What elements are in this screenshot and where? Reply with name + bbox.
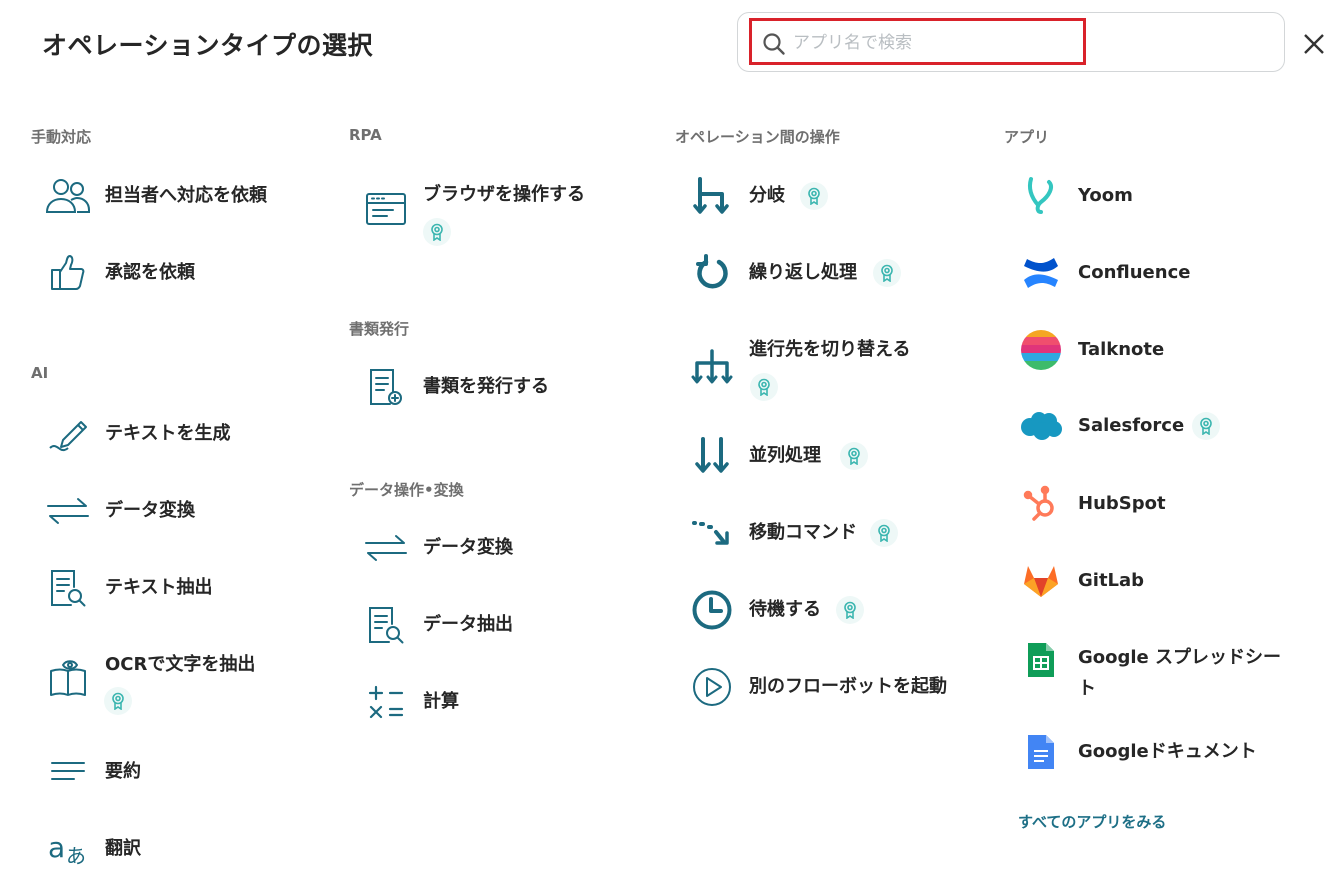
premium-badge-icon: [800, 182, 828, 210]
yoom-logo-icon: [1018, 176, 1064, 216]
document-search-icon: [45, 568, 91, 608]
op-item-label: データ変換: [423, 537, 513, 558]
search-input[interactable]: [793, 29, 1073, 57]
op-item-label: Google スプレッドシート: [1078, 647, 1282, 699]
section-title-apps: アプリ: [1004, 128, 1050, 146]
loop-icon: [689, 253, 735, 293]
document-search-icon: [363, 605, 409, 645]
calculator-icon: [363, 682, 409, 722]
google-sheets-logo-icon: [1018, 640, 1064, 680]
op-item-label: 分岐: [749, 185, 785, 206]
op-item-label: 承認を依頼: [105, 262, 195, 283]
op-item-label: 繰り返し処理: [749, 262, 857, 283]
op-item-label: 移動コマンド: [749, 522, 857, 543]
premium-badge-icon: [840, 442, 868, 470]
op-item-label: 並列処理: [749, 445, 821, 466]
premium-badge-icon: [104, 687, 132, 715]
salesforce-logo-icon: [1018, 406, 1064, 446]
op-item-label: ブラウザを操作する: [423, 184, 585, 205]
op-item-label: Yoom: [1078, 185, 1133, 206]
op-item-label: 待機する: [749, 599, 821, 620]
op-item-label: 担当者へ対応を依頼: [105, 185, 267, 206]
book-eye-icon: [45, 657, 91, 697]
op-item-label: Confluence: [1078, 262, 1191, 283]
google-docs-logo-icon: [1018, 732, 1064, 772]
close-icon: [1304, 34, 1324, 54]
section-title-flow: オペレーション間の操作: [675, 128, 840, 146]
clock-icon: [689, 590, 735, 630]
op-item-label: テキスト抽出: [105, 577, 213, 598]
gitlab-logo-icon: [1018, 561, 1064, 601]
convert-arrows-icon: [363, 528, 409, 568]
see-all-apps-link[interactable]: すべてのアプリをみる: [1018, 811, 1166, 832]
premium-badge-icon: [750, 373, 778, 401]
svg-text:a: a: [48, 831, 65, 864]
op-item-label: OCRで文字を抽出: [105, 654, 256, 675]
op-item-label: HubSpot: [1078, 493, 1166, 514]
summary-lines-icon: [45, 752, 91, 792]
branch-icon: [689, 176, 735, 216]
page-title: オペレーションタイプの選択: [42, 31, 374, 60]
op-item-label: データ抽出: [423, 614, 513, 635]
document-add-icon: [363, 367, 409, 407]
premium-badge-icon: [836, 596, 864, 624]
section-title-dataops: データ操作•変換: [349, 481, 464, 499]
op-item-label: Googleドキュメント: [1078, 741, 1257, 762]
premium-badge-icon: [423, 218, 451, 246]
svg-text:あ: あ: [66, 844, 86, 867]
op-item-label: データ変換: [105, 500, 195, 521]
close-button[interactable]: [1297, 27, 1331, 61]
op-item-label: 別のフローボットを起動: [749, 676, 947, 697]
op-item-label: 進行先を切り替える: [749, 339, 911, 360]
premium-badge-icon: [873, 259, 901, 287]
talknote-logo-icon: [1018, 330, 1064, 370]
section-title-manual: 手動対応: [31, 128, 92, 146]
op-item-label: 要約: [105, 761, 141, 782]
thumbs-up-icon: [45, 253, 91, 293]
hubspot-logo-icon: [1018, 484, 1064, 524]
premium-badge-icon: [870, 519, 898, 547]
section-title-rpa: RPA: [349, 126, 382, 144]
search-box[interactable]: [737, 12, 1285, 72]
people-icon: [45, 176, 91, 216]
pen-icon: [45, 414, 91, 454]
convert-arrows-icon: [45, 491, 91, 531]
search-icon: [763, 33, 785, 55]
op-item-label: Salesforce: [1078, 415, 1185, 436]
op-item-label: 書類を発行する: [423, 376, 549, 397]
section-title-docs: 書類発行: [349, 320, 410, 338]
confluence-logo-icon: [1018, 253, 1064, 293]
play-circle-icon: [689, 667, 735, 707]
switch-route-icon: [689, 348, 735, 388]
parallel-arrows-icon: [689, 436, 735, 476]
op-item-label: 翻訳: [105, 838, 141, 859]
section-title-ai: AI: [31, 364, 49, 382]
move-command-icon: [689, 513, 735, 553]
op-item-label: GitLab: [1078, 570, 1145, 591]
op-item-label: テキストを生成: [105, 423, 231, 444]
premium-badge-icon: [1192, 412, 1220, 440]
op-item-label: 計算: [423, 691, 459, 712]
op-item-label: Talknote: [1078, 339, 1165, 360]
browser-window-icon: [363, 189, 409, 229]
translate-icon: a あ: [45, 829, 91, 869]
